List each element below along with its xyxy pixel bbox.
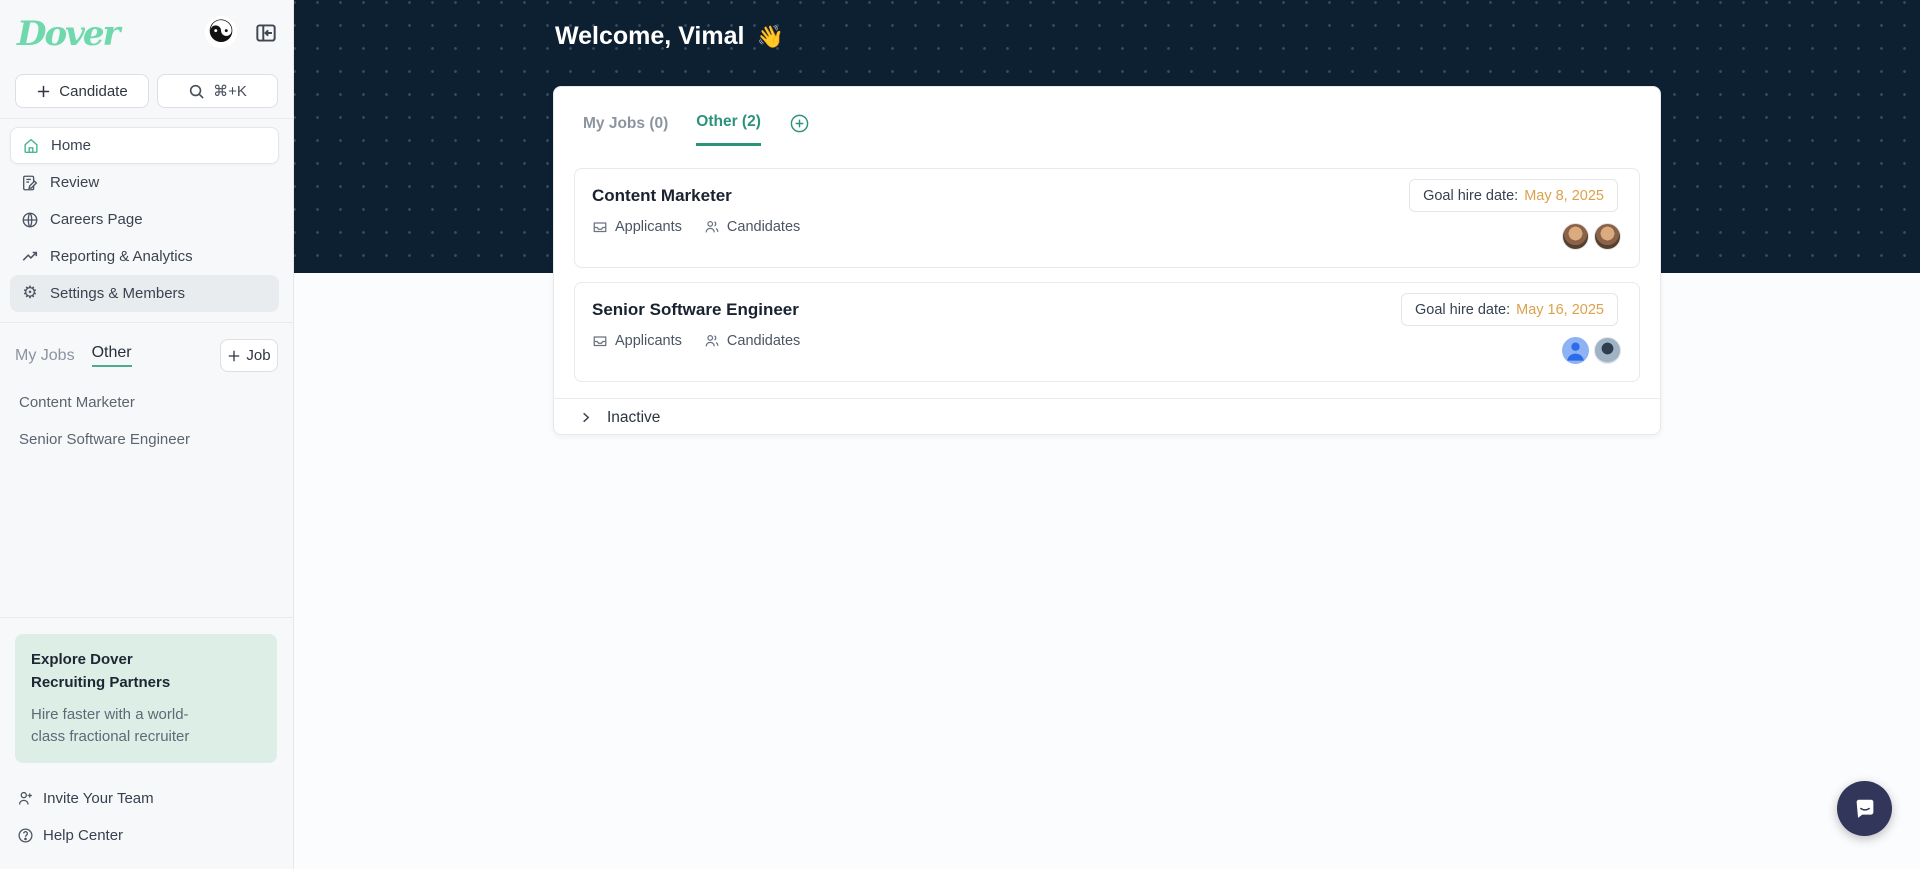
- sidebar-tab-my-jobs[interactable]: My Jobs: [15, 347, 75, 365]
- applicants-link[interactable]: Applicants: [592, 333, 682, 349]
- search-shortcut-label: ⌘+K: [213, 83, 247, 100]
- search-button[interactable]: ⌘+K: [157, 74, 278, 108]
- sidebar-item-review[interactable]: Review: [10, 164, 279, 201]
- tab-my-jobs[interactable]: My Jobs (0): [583, 115, 668, 145]
- avatar[interactable]: [1594, 223, 1621, 250]
- jobs-tabs: My Jobs (0) Other (2): [583, 113, 810, 146]
- sidebar-item-settings-members[interactable]: ⚙ Settings & Members: [10, 275, 279, 312]
- sidebar: Dover ☯ Candidate ⌘+K Home Review Career…: [0, 0, 294, 869]
- sidebar-tab-other[interactable]: Other: [91, 344, 132, 367]
- sidebar-item-label: Settings & Members: [50, 285, 186, 302]
- sidebar-item-careers-page[interactable]: Careers Page: [10, 201, 279, 238]
- promo-title: Explore Dover Recruiting Partners: [31, 651, 171, 691]
- hiring-team-avatars: [1562, 223, 1621, 250]
- chat-widget-button[interactable]: [1837, 781, 1892, 836]
- recruiting-partners-promo-card[interactable]: Explore Dover Recruiting Partners Hire f…: [15, 634, 277, 763]
- goal-hire-date-badge: Goal hire date: May 16, 2025: [1401, 293, 1618, 326]
- job-title[interactable]: Content Marketer: [592, 186, 732, 206]
- plus-icon: [229, 350, 240, 361]
- applicants-link[interactable]: Applicants: [592, 219, 682, 235]
- help-center-label: Help Center: [43, 827, 124, 844]
- chat-bubble-icon: [1852, 796, 1878, 822]
- sidebar-item-label: Home: [51, 137, 92, 154]
- applicants-label: Applicants: [615, 219, 682, 235]
- wave-emoji: 👋: [756, 23, 784, 49]
- sidebar-header: Dover ☯: [0, 0, 293, 73]
- applicants-label: Applicants: [615, 333, 682, 349]
- inactive-label: Inactive: [607, 408, 661, 426]
- divider: [0, 118, 293, 119]
- globe-icon: [21, 211, 39, 229]
- sidebar-item-reporting-analytics[interactable]: Reporting & Analytics: [10, 238, 279, 275]
- goal-hire-date-badge: Goal hire date: May 8, 2025: [1409, 179, 1618, 212]
- candidates-link[interactable]: Candidates: [704, 219, 800, 235]
- question-circle-icon: [17, 827, 34, 844]
- sidebar-item-label: Reporting & Analytics: [50, 248, 193, 265]
- sidebar-actions: Candidate ⌘+K: [15, 74, 278, 108]
- invite-your-team-link[interactable]: Invite Your Team: [17, 790, 154, 807]
- tab-other[interactable]: Other (2): [696, 113, 761, 146]
- add-candidate-button[interactable]: Candidate: [15, 74, 149, 108]
- search-icon: [188, 83, 205, 100]
- page-title: Welcome, Vimal 👋: [555, 22, 784, 51]
- sidebar-jobs-header: My Jobs Other Job: [15, 339, 278, 372]
- candidates-label: Candidates: [726, 219, 801, 235]
- avatar[interactable]: [1562, 223, 1589, 250]
- sidebar-item-home[interactable]: Home: [10, 127, 279, 164]
- jobs-panel: My Jobs (0) Other (2) Content Marketer A…: [553, 86, 1661, 435]
- promo-subtitle: Hire faster with a world-class fractiona…: [31, 706, 190, 745]
- goal-hire-date-value: May 16, 2025: [1516, 301, 1604, 318]
- inbox-icon: [592, 219, 608, 235]
- generic-user-avatar[interactable]: [1562, 337, 1589, 364]
- goal-hire-date-value: May 8, 2025: [1524, 187, 1604, 204]
- sidebar-nav: Home Review Careers Page Reporting & Ana…: [10, 127, 279, 312]
- divider: [0, 617, 293, 618]
- add-candidate-label: Candidate: [59, 82, 128, 100]
- add-job-button[interactable]: Job: [220, 339, 278, 372]
- gear-icon: ⚙: [22, 283, 38, 303]
- person-plus-icon: [17, 790, 34, 807]
- main-content: Welcome, Vimal 👋 My Jobs (0) Other (2) C…: [294, 0, 1920, 869]
- job-links: Applicants Candidates: [592, 333, 800, 349]
- goal-hire-date-label: Goal hire date:: [1415, 301, 1511, 318]
- review-icon: [21, 174, 39, 192]
- users-icon: [704, 219, 720, 235]
- job-links: Applicants Candidates: [592, 219, 800, 235]
- job-title[interactable]: Senior Software Engineer: [592, 300, 799, 320]
- job-card-senior-software-engineer[interactable]: Senior Software Engineer Applicants Cand…: [574, 282, 1640, 382]
- job-card-content-marketer[interactable]: Content Marketer Applicants Candidates G…: [574, 168, 1640, 268]
- candidates-link[interactable]: Candidates: [704, 333, 800, 349]
- sidebar-job-link-content-marketer[interactable]: Content Marketer: [19, 394, 135, 411]
- trending-up-icon: [21, 248, 39, 266]
- users-icon: [704, 333, 720, 349]
- add-tab-icon[interactable]: [789, 113, 810, 134]
- candidates-label: Candidates: [726, 333, 801, 349]
- hiring-team-avatars: [1562, 337, 1621, 364]
- sidebar-item-label: Careers Page: [50, 211, 143, 228]
- sidebar-job-link-senior-software-engineer[interactable]: Senior Software Engineer: [19, 431, 190, 448]
- user-avatar[interactable]: ☯: [205, 16, 237, 48]
- avatar[interactable]: [1594, 337, 1621, 364]
- collapse-sidebar-icon[interactable]: [253, 20, 279, 46]
- chevron-right-icon: [579, 411, 592, 424]
- inactive-section-toggle[interactable]: Inactive: [554, 398, 1660, 436]
- plus-icon: [36, 84, 51, 99]
- goal-hire-date-label: Goal hire date:: [1423, 187, 1519, 204]
- divider: [0, 322, 293, 323]
- home-icon: [22, 137, 40, 155]
- dover-logo[interactable]: Dover: [17, 14, 120, 54]
- help-center-link[interactable]: Help Center: [17, 827, 123, 844]
- add-job-label: Job: [246, 347, 271, 364]
- inbox-icon: [592, 333, 608, 349]
- sidebar-item-label: Review: [50, 174, 100, 191]
- welcome-text: Welcome, Vimal: [555, 22, 745, 50]
- invite-your-team-label: Invite Your Team: [43, 790, 154, 807]
